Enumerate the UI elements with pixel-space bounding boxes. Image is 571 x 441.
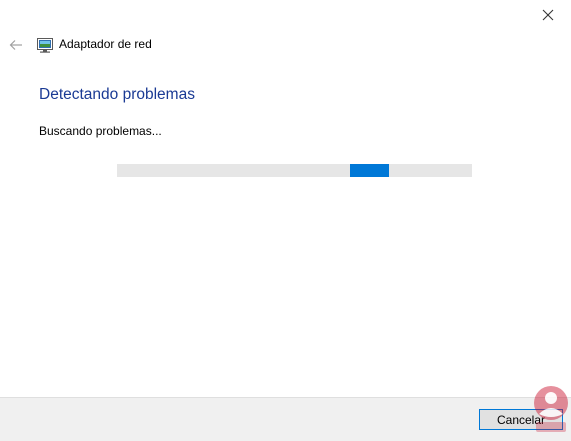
close-button[interactable] [525,0,571,30]
close-icon [542,9,554,21]
window-title: Adaptador de red [59,37,152,51]
troubleshooter-window: Adaptador de red Detectando problemas Bu… [0,0,571,441]
page-heading: Detectando problemas [39,86,195,103]
network-adapter-icon [37,38,53,53]
progress-bar [117,164,472,177]
footer-bar: Cancelar [0,397,571,441]
back-arrow-icon [9,40,22,50]
progress-marquee-chunk [350,164,389,177]
back-button[interactable] [6,36,26,54]
title-bar: Adaptador de red [0,30,571,60]
user-badge-watermark-icon [534,386,568,432]
status-text: Buscando problemas... [39,124,162,138]
